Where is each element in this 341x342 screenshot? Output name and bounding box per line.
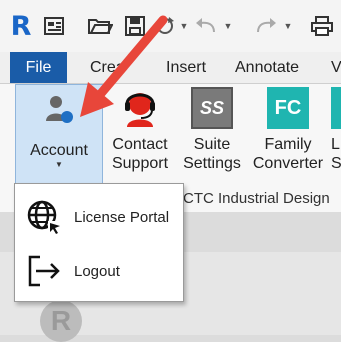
partial-button-label-1: L [331, 136, 340, 153]
tab-create[interactable]: Crea [90, 52, 125, 83]
background-app-logo: R [40, 300, 82, 342]
partial-button-icon [331, 87, 341, 129]
sync-dropdown-icon[interactable]: ▼ [178, 12, 190, 40]
account-dropdown-icon: ▼ [55, 160, 63, 169]
ribbon-panel-title: CTC Industrial Design [183, 190, 330, 207]
suite-settings-label-2: Settings [183, 155, 241, 172]
redo-icon[interactable] [252, 12, 280, 40]
suite-settings-icon-text: SS [199, 98, 224, 118]
account-icon [38, 93, 80, 135]
suite-settings-icon: SS [191, 87, 233, 129]
menu-item-license-portal[interactable]: License Portal [15, 190, 183, 244]
suite-settings-button[interactable]: SS Suite Settings [180, 87, 244, 173]
open-folder-icon[interactable] [85, 12, 115, 40]
tab-view[interactable]: V [331, 52, 341, 83]
family-converter-label-2: Converter [252, 155, 324, 172]
tab-file[interactable]: File [10, 52, 67, 83]
family-converter-button[interactable]: FC Family Converter [250, 87, 326, 173]
account-button[interactable]: Account ▼ [15, 84, 103, 185]
undo-icon[interactable] [192, 12, 220, 40]
license-portal-label: License Portal [74, 208, 170, 226]
print-icon[interactable] [308, 12, 336, 40]
app-logo[interactable]: R [10, 11, 32, 42]
logout-icon [24, 251, 64, 291]
tab-insert[interactable]: Insert [166, 52, 206, 83]
sync-icon[interactable] [152, 12, 178, 40]
family-converter-label-1: Family [264, 136, 312, 153]
account-label: Account [30, 142, 88, 159]
contact-support-label-1: Contact [112, 136, 168, 153]
suite-settings-label-1: Suite [193, 136, 231, 153]
quick-access-toolbar: R ▼ ▼ ▼ [0, 0, 341, 53]
home-icon[interactable] [40, 12, 68, 40]
undo-dropdown-icon[interactable]: ▼ [222, 12, 234, 40]
tab-annotate[interactable]: Annotate [235, 52, 299, 83]
globe-cursor-icon [24, 197, 64, 237]
ribbon-tab-bar: File Crea Insert Annotate V [0, 52, 341, 84]
support-headset-icon [119, 87, 161, 129]
family-converter-icon-text: FC [274, 97, 302, 119]
save-icon[interactable] [122, 12, 148, 40]
family-converter-icon: FC [267, 87, 309, 129]
partial-ribbon-button[interactable]: L S [331, 87, 341, 173]
account-dropdown-menu: License Portal Logout [14, 183, 184, 302]
logout-label: Logout [74, 262, 120, 280]
contact-support-label-2: Support [111, 155, 169, 172]
redo-dropdown-icon[interactable]: ▼ [282, 12, 294, 40]
partial-button-label-2: S [331, 155, 341, 172]
contact-support-button[interactable]: Contact Support [105, 87, 175, 173]
menu-item-logout[interactable]: Logout [15, 244, 183, 298]
